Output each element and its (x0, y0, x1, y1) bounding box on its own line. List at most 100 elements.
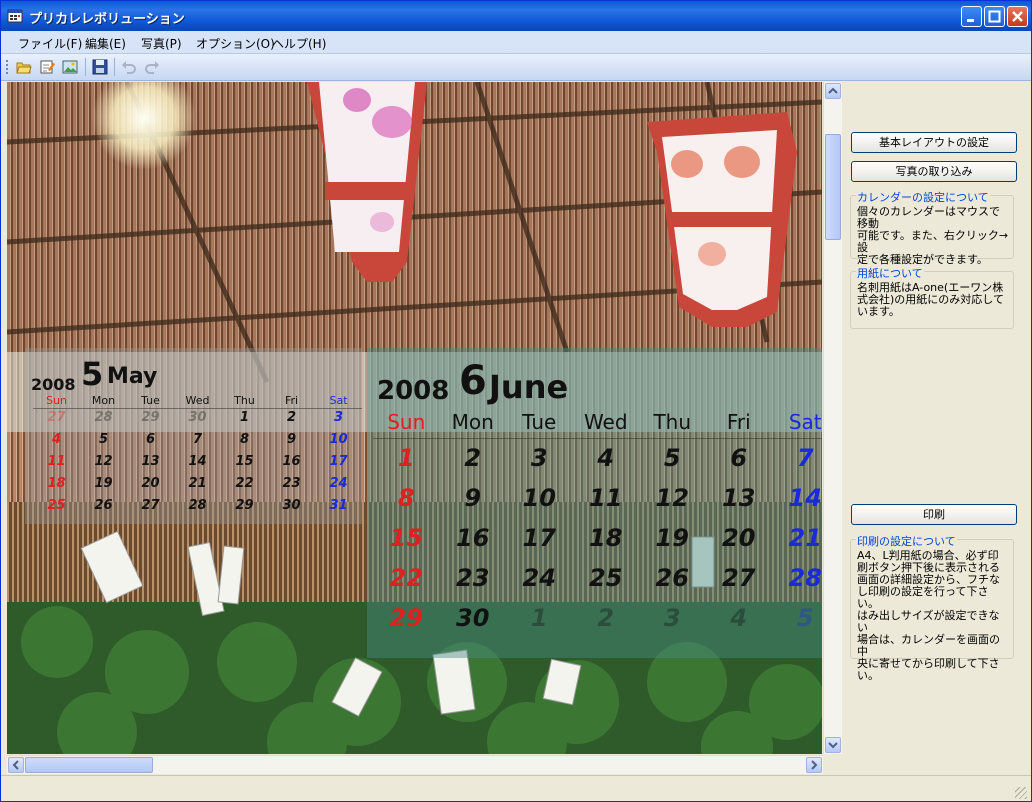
may-month-name: May (107, 364, 158, 389)
day-cell: 29 (235, 498, 254, 513)
june-day-grid: Sun Mon Tue Wed Thu Fri Sat 1 2 3 4 5 6 7 8 9 10 11 12 13 14… (367, 410, 822, 658)
print-info-group: 印刷の設定について A4、L判用紙の場合、必ず印 刷ボタン押下後に表示される 画… (850, 533, 1014, 682)
day-cell: 2 (286, 410, 297, 425)
calendar-june[interactable]: 2008 6 June Sun Mon Tue Wed Thu Fri Sat 1 2 3 4 5 6 7… (367, 348, 822, 658)
maximize-button[interactable] (984, 6, 1005, 27)
june-month-name: June (489, 368, 569, 406)
day-cell: 28 (188, 498, 207, 513)
title-bar[interactable]: プリカレレボリューション (1, 1, 1031, 31)
redo-icon[interactable] (144, 59, 160, 75)
day-cell: 12 (655, 484, 689, 512)
day-cell: 17 (522, 524, 556, 552)
horizontal-scrollbar[interactable] (7, 755, 823, 774)
weekday-fri: Fri (284, 394, 299, 407)
minimize-button[interactable] (961, 6, 982, 27)
day-cell: 27 (141, 498, 160, 513)
layout-settings-button[interactable]: 基本レイアウトの設定 (851, 132, 1017, 153)
menu-file[interactable]: ファイル(F) (18, 35, 82, 52)
day-cell: 15 (235, 454, 254, 469)
day-cell: 30 (456, 604, 490, 632)
scroll-right-button[interactable] (806, 757, 822, 773)
day-cell: 28 (788, 564, 822, 592)
menu-photo[interactable]: 写真(P) (141, 35, 182, 52)
vertical-scrollbar[interactable] (823, 82, 842, 754)
horizontal-scroll-thumb[interactable] (25, 757, 153, 773)
vertical-scroll-thumb[interactable] (825, 134, 841, 240)
day-cell: 23 (456, 564, 490, 592)
print-info-title: 印刷の設定について (856, 533, 957, 549)
image-icon[interactable] (62, 59, 78, 75)
day-cell: 6 (145, 432, 156, 447)
day-cell: 19 (94, 476, 113, 491)
close-button[interactable] (1007, 6, 1028, 27)
day-cell: 4 (51, 432, 62, 447)
calendar-info-group: カレンダーの設定について 個々のカレンダーはマウスで移動 可能です。また、右クリ… (850, 189, 1014, 266)
menu-help[interactable]: ヘルプ(H) (272, 35, 326, 52)
day-cell: 13 (141, 454, 160, 469)
print-button[interactable]: 印刷 (851, 504, 1017, 525)
day-cell: 16 (282, 454, 301, 469)
toolbar (1, 54, 1031, 81)
day-cell: 6 (730, 444, 748, 472)
day-cell: 26 (655, 564, 689, 592)
adjacent-month-day: 28 (94, 410, 113, 425)
day-cell: 7 (796, 444, 814, 472)
june-month-number: 6 (459, 358, 487, 404)
toolbar-grip-icon (6, 60, 8, 74)
calendar-info-text: 個々のカレンダーはマウスで移動 可能です。また、右クリック→設 定で各種設定がで… (857, 205, 1009, 266)
day-cell: 21 (188, 476, 207, 491)
weekday-divider (33, 408, 362, 409)
undo-icon[interactable] (121, 59, 137, 75)
calendar-info-title: カレンダーの設定について (856, 189, 990, 205)
may-year: 2008 (31, 375, 76, 394)
photo-canvas[interactable]: 2008 5 May Sun Mon Tue Wed Thu Fri Sat 27 28 29 30… (7, 82, 822, 754)
day-cell: 10 (522, 484, 556, 512)
day-cell: 22 (389, 564, 423, 592)
day-cell: 20 (141, 476, 160, 491)
minimize-icon (967, 19, 974, 22)
open-icon[interactable] (16, 59, 32, 75)
day-cell: 30 (282, 498, 301, 513)
menu-options[interactable]: オプション(O) (196, 35, 275, 52)
day-cell: 18 (47, 476, 66, 491)
day-cell: 13 (722, 484, 756, 512)
weekday-tue: Tue (141, 394, 160, 407)
chevron-up-icon (828, 87, 838, 94)
day-cell: 29 (389, 604, 423, 632)
day-cell: 24 (329, 476, 348, 491)
weekday-fri: Fri (726, 410, 751, 434)
adjacent-month-day: 30 (188, 410, 207, 425)
toolbar-separator (114, 58, 115, 76)
day-cell: 11 (47, 454, 66, 469)
day-cell: 3 (530, 444, 548, 472)
day-cell: 12 (94, 454, 113, 469)
day-cell: 19 (655, 524, 689, 552)
toolbar-separator (85, 58, 86, 76)
scroll-left-button[interactable] (8, 757, 24, 773)
calendar-may[interactable]: 2008 5 May Sun Mon Tue Wed Thu Fri Sat 27 28 29 30… (25, 348, 362, 524)
weekday-thu: Thu (234, 394, 255, 407)
june-year: 2008 (377, 376, 450, 406)
day-cell: 1 (239, 410, 250, 425)
day-cell: 27 (722, 564, 756, 592)
scroll-down-button[interactable] (825, 737, 841, 753)
day-cell: 15 (389, 524, 423, 552)
may-day-grid: Sun Mon Tue Wed Thu Fri Sat 27 28 29 30 1 2 3 4 5 6 7 8 9 10… (25, 394, 362, 524)
edit-icon[interactable] (39, 59, 55, 75)
day-cell: 2 (464, 444, 482, 472)
window-title: プリカレレボリューション (29, 12, 185, 27)
adjacent-month-day: 1 (530, 604, 548, 632)
menu-bar: ファイル(F) 編集(E) 写真(P) オプション(O) ヘルプ(H) (1, 31, 1031, 54)
may-month-number: 5 (81, 355, 104, 393)
settings-panel: 基本レイアウトの設定 写真の取り込み カレンダーの設定について 個々のカレンダー… (843, 82, 1031, 774)
weekday-sun: Sun (46, 394, 67, 407)
day-cell: 20 (722, 524, 756, 552)
day-cell: 26 (94, 498, 113, 513)
day-cell: 14 (788, 484, 822, 512)
import-photo-button[interactable]: 写真の取り込み (851, 161, 1017, 182)
menu-edit[interactable]: 編集(E) (85, 35, 126, 52)
save-icon[interactable] (92, 59, 108, 75)
scroll-up-button[interactable] (825, 83, 841, 99)
print-info-text: A4、L判用紙の場合、必ず印 刷ボタン押下後に表示される 画面の詳細設定から、フ… (857, 549, 1000, 682)
resize-grip-icon[interactable] (1015, 787, 1027, 799)
